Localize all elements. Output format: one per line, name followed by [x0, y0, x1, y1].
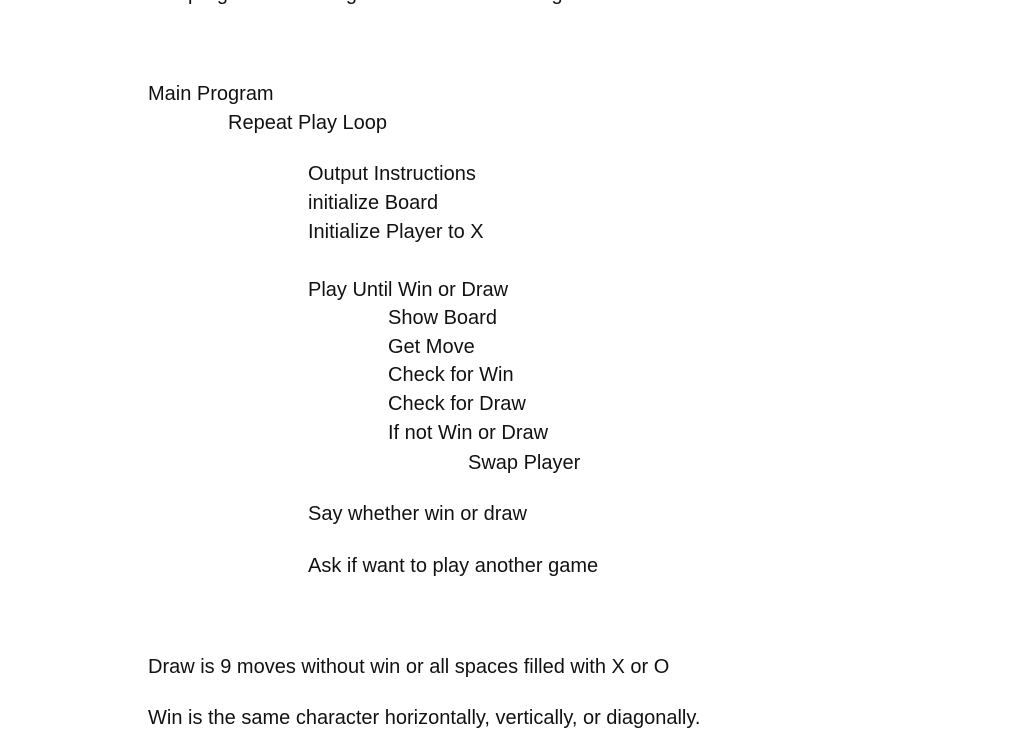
- outline-if-not-win-or-draw: If not Win or Draw: [388, 422, 549, 444]
- note-win-definition: Win is the same character horizontally, …: [148, 707, 701, 729]
- outline-check-for-win: Check for Win: [388, 364, 514, 386]
- outline-say-whether-win-or-draw: Say whether win or draw: [308, 503, 527, 525]
- outline-repeat-play-loop: Repeat Play Loop: [228, 112, 388, 134]
- outline-initialize-board: initialize Board: [308, 192, 439, 214]
- cut-off-text-line: The program will be a game of tic tac to…: [148, 0, 563, 6]
- outline-play-until-win-or-draw: Play Until Win or Draw: [308, 279, 509, 301]
- outline-get-move: Get Move: [388, 336, 475, 358]
- note-draw-definition: Draw is 9 moves without win or all space…: [148, 656, 670, 678]
- outline-show-board: Show Board: [388, 307, 497, 329]
- outline-initialize-player: Initialize Player to X: [308, 221, 484, 243]
- outline-ask-play-again: Ask if want to play another game: [308, 555, 599, 577]
- outline-check-for-draw: Check for Draw: [388, 393, 526, 415]
- outline-main-program: Main Program: [148, 83, 274, 105]
- outline-swap-player: Swap Player: [468, 452, 581, 474]
- outline-output-instructions: Output Instructions: [308, 163, 476, 185]
